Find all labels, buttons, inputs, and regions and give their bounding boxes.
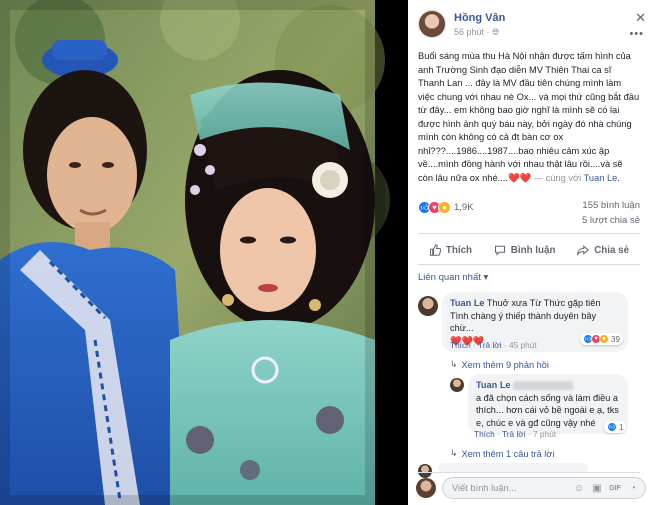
input-icons: ☺ ▣ GIF ◔	[573, 482, 639, 494]
divider	[418, 264, 640, 265]
reaction-summary[interactable]: 👍︎ ♥ ● 1,9K	[418, 201, 474, 214]
camera-icon[interactable]: ▣	[591, 482, 603, 494]
post-text: Buổi sáng mùa thu Hà Nội nhận được tấm h…	[418, 50, 640, 185]
share-label: Chia sẻ	[594, 244, 630, 256]
post-stats: 👍︎ ♥ ● 1,9K 155 bình luận 5 lượt chia sẻ	[418, 200, 640, 226]
author-avatar[interactable]	[418, 10, 446, 38]
share-button[interactable]: Chia sẻ	[577, 240, 629, 260]
post-time[interactable]: 56 phút ·	[454, 27, 490, 37]
comment-reaction-count: 39	[611, 334, 620, 344]
photo-viewer: Hồng Vân 56 phút · 🌐︎ ✕ ••• Buổi sáng mù…	[0, 0, 650, 505]
blurred-name	[513, 381, 574, 391]
comment-reaction-count: 1	[619, 422, 624, 432]
comment-reply-link[interactable]: Trả lời	[502, 429, 526, 439]
wow-reaction-icon: ●	[599, 334, 609, 344]
comment-input-box[interactable]: ☺ ▣ GIF ◔	[442, 477, 646, 499]
comment-input[interactable]	[443, 478, 553, 498]
post-side-panel: Hồng Vân 56 phút · 🌐︎ ✕ ••• Buổi sáng mù…	[408, 0, 650, 505]
post-text-end: .	[617, 172, 620, 183]
see-more-reply[interactable]: ↳ Xem thêm 1 câu trả lời	[450, 448, 554, 459]
comment-text: a đã chọn cách sống và làm điều a thích.…	[476, 392, 619, 428]
reply-arrow-icon: ↳	[450, 359, 458, 369]
reaction-count[interactable]: 1,9K	[454, 202, 474, 213]
see-more-replies[interactable]: ↳ Xem thêm 9 phản hồi	[450, 359, 549, 370]
comment-reactions[interactable]: 👍︎ 1	[604, 421, 627, 433]
comment-reactions[interactable]: 👍︎ ♥ ● 39	[580, 333, 623, 345]
commenter-avatar[interactable]	[418, 296, 438, 316]
comment-time: 7 phút	[532, 429, 557, 439]
comment-reply-link[interactable]: Trả lời	[478, 340, 502, 350]
tagged-user[interactable]: Tuan Le	[584, 173, 618, 183]
commenter-avatar[interactable]	[450, 378, 464, 392]
emoji-icon[interactable]: ☺	[573, 482, 585, 494]
comment-like-link[interactable]: Thích	[474, 429, 495, 439]
shares-count[interactable]: 5 lượt chia sẻ	[582, 215, 640, 226]
heart-emoji: ❤️❤️	[507, 172, 532, 183]
comment-button[interactable]: Bình luận	[494, 240, 556, 260]
author-name[interactable]: Hồng Vân	[454, 12, 505, 24]
divider	[418, 233, 640, 234]
divider	[418, 472, 640, 473]
like-reaction-icon: 👍︎	[607, 422, 617, 432]
wow-reaction-icon: ●	[438, 201, 451, 214]
comment-meta: Thích · Trả lời · 7 phút	[474, 429, 557, 439]
commenter-name[interactable]: Tuan Le	[476, 380, 511, 390]
reply-arrow-icon: ↳	[450, 448, 458, 458]
more-options-icon[interactable]: •••	[629, 28, 644, 40]
comment-input-row: ☺ ▣ GIF ◔	[416, 476, 646, 500]
see-more-replies-label: Xem thêm 9 phản hồi	[461, 359, 549, 370]
close-icon[interactable]: ✕	[635, 10, 646, 26]
post-actions: Thích Bình luận Chia sẻ	[418, 240, 640, 260]
comment-like-link[interactable]: Thích	[450, 340, 471, 350]
share-icon	[577, 245, 590, 256]
photo-image	[0, 0, 408, 505]
post-photo[interactable]	[0, 0, 408, 505]
comment-time: 45 phút	[508, 340, 537, 350]
see-more-reply-label: Xem thêm 1 câu trả lời	[461, 448, 555, 459]
thumbs-up-icon	[429, 244, 441, 256]
comment-meta: Thích · Trả lời · 45 phút	[450, 340, 537, 350]
comment-label: Bình luận	[510, 244, 556, 256]
sticker-icon[interactable]: ◔	[627, 482, 639, 494]
commenter-name[interactable]: Tuan Le	[450, 298, 485, 308]
comment-sort-dropdown[interactable]: Liên quan nhất ▾	[418, 272, 488, 283]
comments-count[interactable]: 155 bình luận	[582, 200, 640, 211]
post-header: Hồng Vân 56 phút · 🌐︎ ✕ •••	[418, 8, 646, 40]
current-user-avatar	[416, 478, 436, 498]
like-button[interactable]: Thích	[429, 240, 472, 260]
comment-icon	[494, 245, 505, 256]
gif-icon[interactable]: GIF	[609, 482, 621, 494]
post-meta: 56 phút · 🌐︎	[454, 27, 499, 38]
post-with-label: — cùng với	[531, 172, 584, 183]
globe-icon: 🌐︎	[492, 27, 500, 37]
like-label: Thích	[445, 244, 473, 256]
post-text-body: Buổi sáng mùa thu Hà Nội nhận được tấm h…	[418, 51, 640, 183]
